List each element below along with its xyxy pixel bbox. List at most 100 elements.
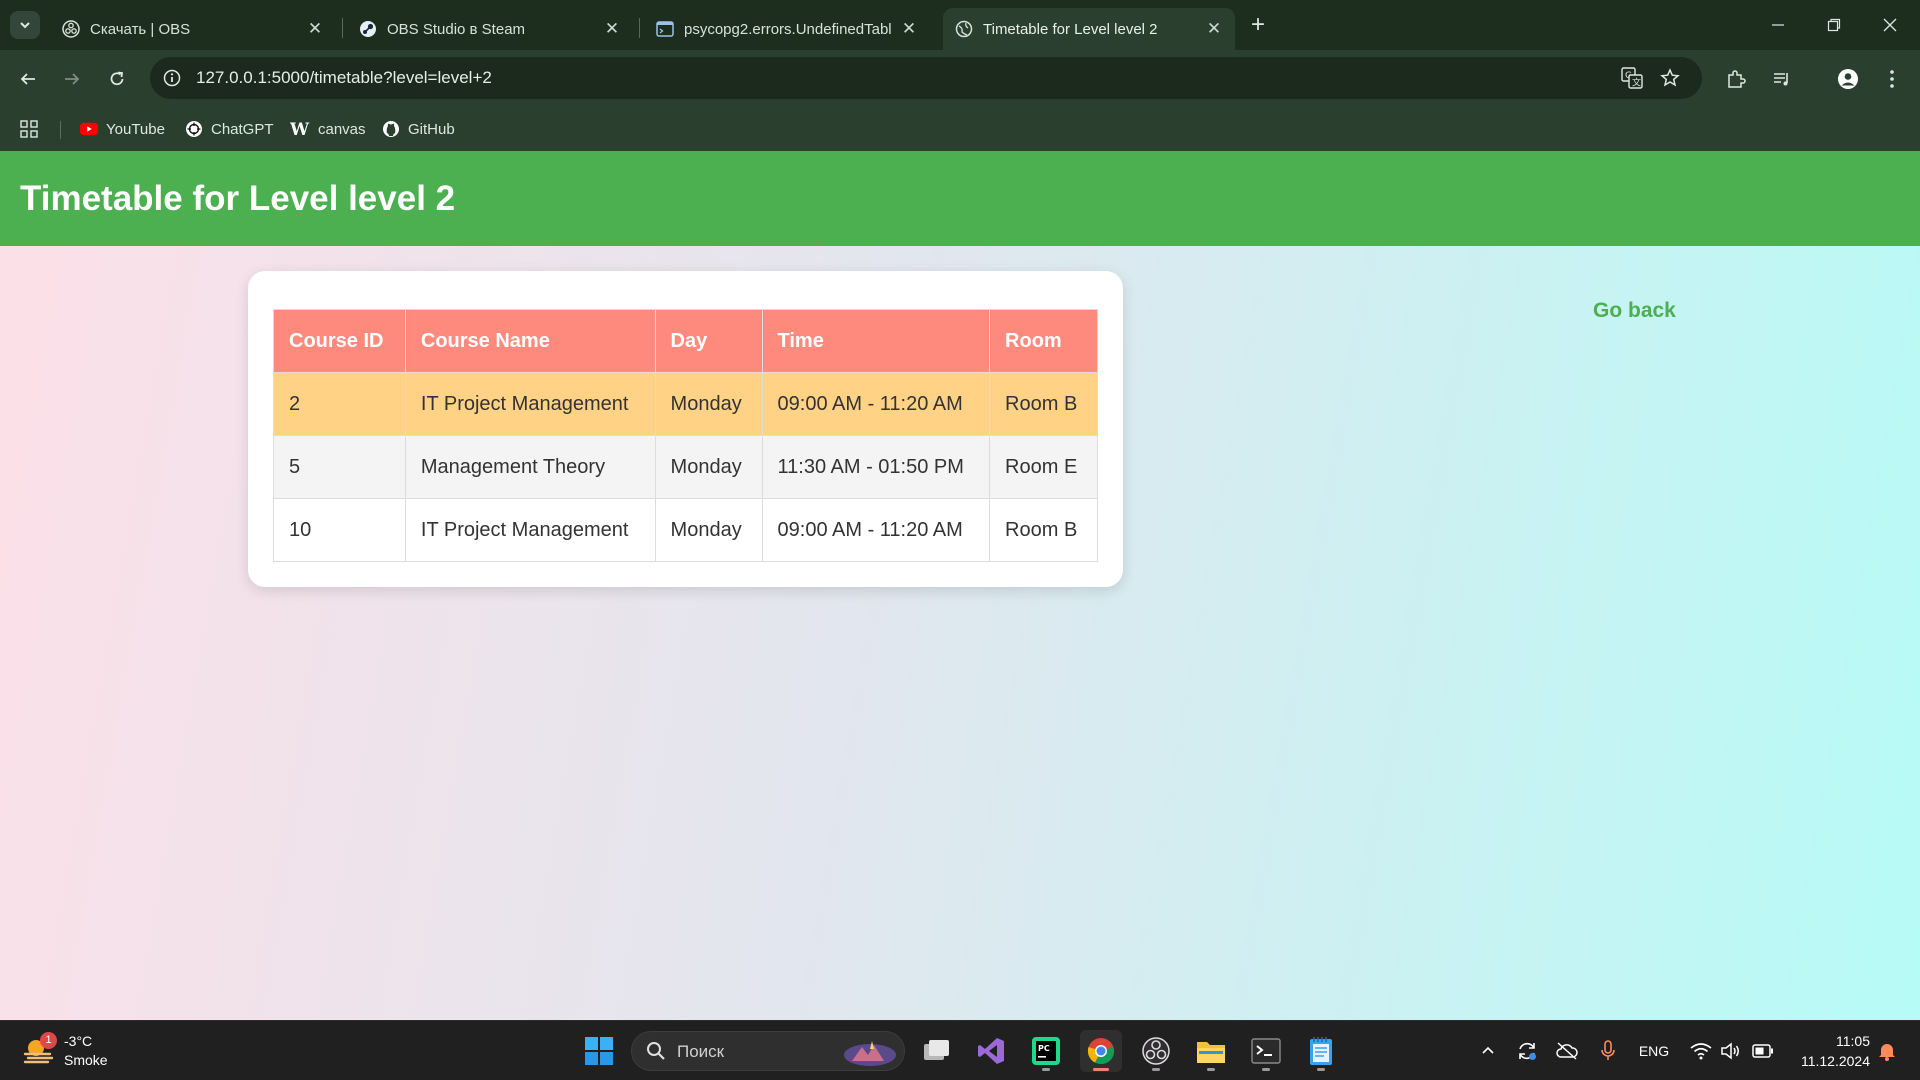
svg-text:W: W: [290, 120, 310, 138]
taskbar-visual-studio[interactable]: [970, 1030, 1012, 1072]
running-indicator: [1317, 1068, 1325, 1071]
close-icon[interactable]: ✕: [306, 19, 324, 39]
cell-course-id: 2: [273, 372, 406, 436]
restore-icon: [1827, 18, 1841, 32]
menu-button[interactable]: [1876, 63, 1908, 95]
page-header: Timetable for Level level 2: [0, 151, 1920, 246]
tab-divider: [342, 18, 343, 38]
restore-button[interactable]: [1806, 0, 1862, 50]
tray-battery[interactable]: [1750, 1035, 1776, 1067]
tab-timetable[interactable]: Timetable for Level level 2 ✕: [943, 8, 1235, 50]
forward-button[interactable]: [56, 63, 88, 95]
speaker-icon: [1721, 1042, 1739, 1060]
taskbar-chrome[interactable]: [1080, 1030, 1122, 1072]
extensions-button[interactable]: [1720, 63, 1752, 95]
windows-taskbar: 1 -3°C Smoke Поиск PC ENG 11:05 11.12.20…: [0, 1020, 1920, 1080]
bookmark-star-icon[interactable]: [1658, 66, 1682, 90]
taskbar-notepad[interactable]: [1300, 1030, 1342, 1072]
search-icon: [647, 1042, 665, 1060]
close-window-button[interactable]: [1862, 0, 1918, 50]
running-indicator: [1042, 1068, 1050, 1071]
cell-course-id: 10: [273, 498, 406, 562]
puzzle-icon: [1728, 70, 1746, 88]
taskbar-pycharm[interactable]: PC: [1025, 1030, 1067, 1072]
page-viewport: Timetable for Level level 2 Course ID Co…: [0, 151, 1920, 1020]
cell-course-name: IT Project Management: [404, 372, 656, 436]
running-indicator: [1152, 1068, 1160, 1071]
weather-widget[interactable]: 1 -3°C Smoke: [22, 1030, 108, 1072]
steam-icon: [359, 20, 377, 38]
weather-smoke-icon: 1: [22, 1032, 57, 1068]
taskbar-search[interactable]: Поиск: [631, 1031, 905, 1071]
globe-icon: [955, 20, 973, 38]
table-row: 2 IT Project Management Monday 09:00 AM …: [273, 372, 1098, 436]
go-back-link[interactable]: Go back: [1593, 299, 1676, 323]
wikipedia-icon: W: [290, 120, 310, 138]
tab-psycopg-error[interactable]: psycopg2.errors.UndefinedTabl ✕: [644, 8, 930, 50]
tray-wifi[interactable]: [1688, 1035, 1714, 1067]
tray-microphone[interactable]: [1596, 1035, 1620, 1067]
reload-button[interactable]: [101, 63, 133, 95]
tab-obs-steam[interactable]: OBS Studio в Steam ✕: [347, 8, 633, 50]
column-header-course-id: Course ID: [273, 309, 406, 373]
tab-search-button[interactable]: [10, 11, 40, 39]
cell-room: Room B: [989, 372, 1098, 436]
tab-title: psycopg2.errors.UndefinedTabl: [684, 20, 892, 38]
bookmark-label: YouTube: [106, 120, 165, 138]
weather-temperature: -3°C: [64, 1033, 93, 1049]
tray-sync[interactable]: [1514, 1035, 1540, 1067]
chevron-down-icon: [20, 22, 30, 29]
notifications-button[interactable]: [1874, 1035, 1900, 1067]
svg-text:文: 文: [1632, 77, 1641, 89]
translate-icon[interactable]: G文: [1620, 66, 1644, 90]
wifi-icon: [1690, 1043, 1712, 1060]
cell-day: Monday: [654, 435, 763, 499]
microphone-icon: [1601, 1040, 1615, 1060]
close-icon[interactable]: ✕: [900, 19, 918, 39]
bookmark-github[interactable]: GitHub: [382, 117, 455, 141]
url-text[interactable]: 127.0.0.1:5000/timetable?level=level+2: [196, 68, 492, 88]
clock-date: 11.12.2024: [1800, 1053, 1870, 1069]
close-icon[interactable]: ✕: [603, 19, 621, 39]
apps-button[interactable]: [20, 117, 38, 141]
tab-title: Скачать | OBS: [90, 20, 191, 38]
tray-volume[interactable]: [1718, 1035, 1744, 1067]
profile-button[interactable]: [1832, 63, 1864, 95]
minimize-button[interactable]: [1750, 0, 1806, 50]
tray-onedrive[interactable]: [1554, 1035, 1580, 1067]
bookmark-canvas[interactable]: W canvas: [290, 117, 366, 141]
bookmark-youtube[interactable]: YouTube: [80, 117, 165, 141]
start-button[interactable]: [578, 1030, 620, 1072]
notepad-icon: [1310, 1037, 1332, 1065]
github-icon: [382, 120, 400, 138]
address-bar[interactable]: 127.0.0.1:5000/timetable?level=level+2 G…: [150, 57, 1702, 99]
new-tab-button[interactable]: +: [1244, 12, 1272, 40]
kebab-menu-icon: [1890, 70, 1894, 88]
youtube-icon: [80, 120, 98, 138]
column-header-room: Room: [989, 309, 1098, 373]
close-icon[interactable]: ✕: [1205, 19, 1223, 39]
tab-obs-download[interactable]: Скачать | OBS ✕: [50, 8, 336, 50]
search-placeholder: Поиск: [677, 1042, 725, 1061]
system-clock[interactable]: 11:05 11.12.2024: [1786, 1031, 1870, 1071]
search-highlight-image-icon: [844, 1041, 896, 1066]
bookmark-chatgpt[interactable]: ChatGPT: [185, 117, 274, 141]
minimize-icon: [1772, 24, 1784, 26]
show-hidden-icons-button[interactable]: [1476, 1035, 1500, 1067]
taskbar-terminal[interactable]: [1245, 1030, 1287, 1072]
taskbar-obs[interactable]: [1135, 1030, 1177, 1072]
table-header-row: Course ID Course Name Day Time Room: [273, 309, 1098, 373]
bookmark-label: GitHub: [408, 120, 455, 138]
page-title: Timetable for Level level 2: [20, 179, 456, 218]
taskbar-file-explorer[interactable]: [1190, 1030, 1232, 1072]
cell-course-name: Management Theory: [404, 435, 656, 499]
svg-text:PC: PC: [1038, 1044, 1050, 1053]
windows-logo-icon: [585, 1037, 613, 1065]
back-button[interactable]: [12, 63, 44, 95]
media-controls-button[interactable]: [1766, 63, 1798, 95]
taskbar-task-view[interactable]: [915, 1030, 957, 1072]
tray-language[interactable]: ENG: [1634, 1035, 1674, 1067]
tab-title: OBS Studio в Steam: [387, 20, 526, 38]
cell-course-name: IT Project Management: [404, 498, 656, 562]
site-info-icon[interactable]: [160, 66, 184, 90]
